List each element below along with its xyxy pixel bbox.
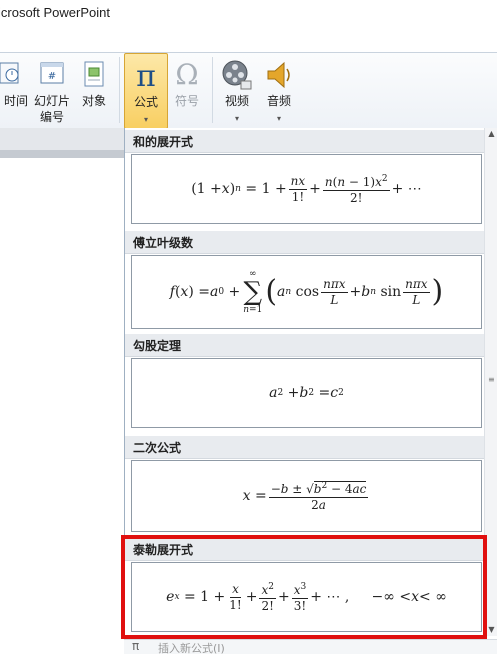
equation-item-fourier[interactable]: f(x) = a0 + ∞ ∑ n=1 (a n cos nπx L + bn sin …	[131, 255, 482, 329]
equation-item-pythagorean[interactable]: a2 + b2 = c2	[131, 358, 482, 428]
equation-item-quadratic[interactable]: x = −b ± √b2 − 4ac 2a	[131, 460, 482, 532]
datetime-button[interactable]: 时间	[0, 53, 28, 127]
highlight-box	[121, 535, 487, 639]
video-reel-icon	[222, 60, 252, 90]
gallery-footer[interactable]: π 插入新公式(I)	[124, 639, 497, 656]
equation-item-binomial[interactable]: (1 + x) n = 1 + nx 1! + n(n − 1)x2 2! + ⋯	[131, 154, 482, 224]
equation-render: f(x) = a0 + ∞ ∑ n=1 (a n cos nπx L + bn sin …	[169, 269, 444, 315]
object-button[interactable]: 对象	[76, 53, 112, 127]
symbol-button[interactable]: Ω 符号	[168, 53, 206, 127]
symbol-label: 符号	[174, 94, 199, 108]
insert-ribbon: 时间 # 幻灯片 编号 对象 π 公式 ▾ Ω 符号 视频 ▾ 音频 ▾	[0, 52, 497, 129]
audio-dropdown-arrow[interactable]: ▾	[260, 111, 298, 127]
svg-text:Ω: Ω	[175, 59, 198, 89]
slide-number-icon: #	[40, 62, 64, 84]
equation-render: a2 + b2 = c2	[269, 385, 344, 401]
object-icon	[84, 61, 104, 87]
gallery-section-header: 二次公式	[125, 436, 485, 459]
group-separator	[119, 57, 120, 123]
calendar-icon	[0, 62, 19, 84]
section-title: 傅立叶级数	[133, 236, 194, 250]
audio-button[interactable]: 音频 ▾	[260, 53, 298, 127]
datetime-label: 时间	[3, 94, 28, 108]
section-title: 勾股定理	[133, 339, 182, 353]
equation-button[interactable]: π 公式 ▾	[124, 53, 168, 129]
equation-render: x = −b ± √b2 − 4ac 2a	[242, 481, 369, 512]
svg-text:#: #	[48, 71, 56, 82]
section-title: 二次公式	[133, 441, 182, 455]
equation-render: (1 + x) n = 1 + nx 1! + n(n − 1)x2 2! + ⋯	[191, 173, 422, 206]
gallery-section-header: 傅立叶级数	[125, 231, 485, 254]
document-ruler	[0, 150, 124, 158]
object-label: 对象	[81, 94, 106, 108]
scroll-grip-icon[interactable]: ≡	[488, 376, 495, 388]
slide-number-label: 幻灯片 编号	[33, 94, 70, 124]
scroll-up-arrow[interactable]: ▲	[485, 128, 497, 140]
title-bar: icrosoft PowerPoint	[0, 0, 497, 52]
video-button[interactable]: 视频 ▾	[218, 53, 256, 127]
slide-pane	[0, 158, 124, 653]
equation-dropdown-arrow[interactable]: ▾	[125, 112, 167, 128]
slide-number-button[interactable]: # 幻灯片 编号	[32, 53, 72, 127]
video-dropdown-arrow[interactable]: ▾	[218, 111, 256, 127]
svg-text:π: π	[136, 60, 156, 92]
pi-icon: π	[132, 639, 140, 653]
omega-icon: Ω	[175, 59, 198, 89]
group-separator	[212, 57, 213, 123]
document-tabs-area	[0, 128, 124, 150]
window-title: icrosoft PowerPoint	[0, 5, 110, 20]
gallery-section-header: 勾股定理	[125, 334, 485, 357]
section-title: 和的展开式	[133, 135, 194, 149]
gallery-section-header: 和的展开式	[125, 130, 485, 153]
speaker-icon	[267, 61, 290, 89]
pi-icon: π	[136, 60, 156, 92]
equation-label: 公式	[133, 95, 158, 109]
insert-new-equation-label[interactable]: 插入新公式(I)	[158, 640, 225, 656]
video-label: 视频	[224, 94, 249, 108]
audio-label: 音频	[266, 94, 291, 108]
